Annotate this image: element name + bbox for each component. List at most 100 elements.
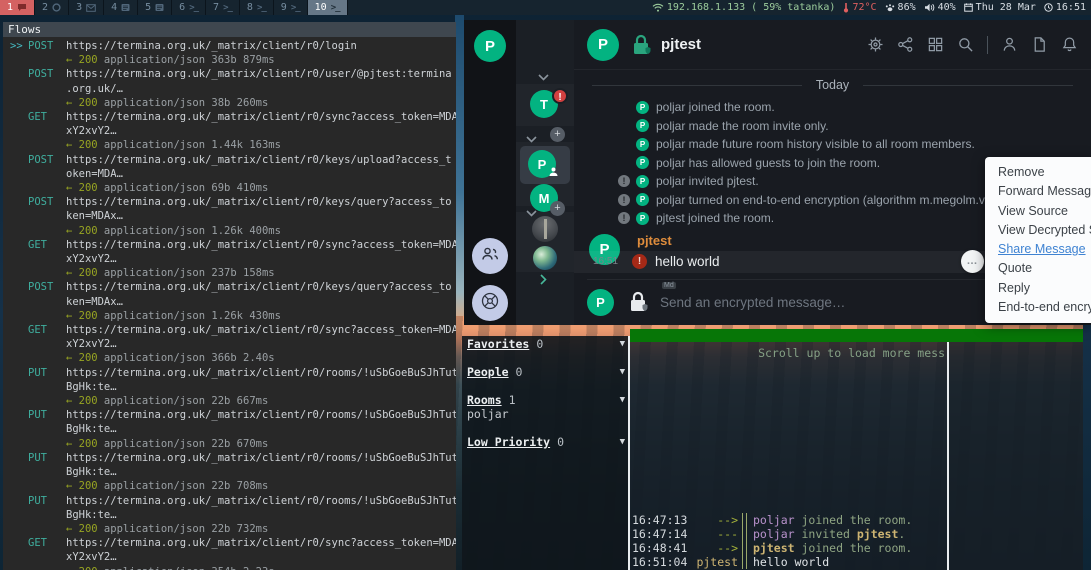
flow-response-line: ← 200 application/json 22b 667ms: [3, 394, 456, 408]
workspace-number: 10: [315, 2, 327, 13]
share-icon[interactable]: [897, 36, 914, 53]
flow-response-meta: application/json 22b 708ms: [98, 480, 269, 492]
workspace-4[interactable]: 4: [104, 0, 138, 15]
status-text: 192.168.1.133 ( 59% tatanka): [667, 2, 836, 13]
message-options-button[interactable]: …: [961, 250, 984, 273]
roomlist-room[interactable]: poljar: [467, 407, 625, 421]
flow-row[interactable]: POSThttps://termina.org.uk/_matrix/clien…: [3, 280, 456, 323]
roomlist-section-people[interactable]: People0▼: [467, 365, 625, 379]
status-text: 72°C: [852, 2, 876, 13]
menu-item-forward-message[interactable]: Forward Message: [985, 182, 1091, 201]
flow-row[interactable]: POSThttps://termina.org.uk/_matrix/clien…: [3, 195, 456, 238]
menu-item-view-source[interactable]: View Source: [985, 202, 1091, 221]
flow-response-meta: application/json 237b 158ms: [98, 267, 275, 279]
workspace-7[interactable]: 7>_: [206, 0, 240, 15]
flow-row[interactable]: PUThttps://termina.org.uk/_matrix/client…: [3, 366, 456, 409]
chat-line: 16:47:14---poljar invited pjtest.: [632, 527, 947, 541]
chat-msg: hello world: [753, 555, 829, 569]
chat-prefix: ---: [688, 527, 742, 541]
workspace-5[interactable]: 5: [138, 0, 172, 15]
workspace-3[interactable]: 3: [69, 0, 104, 15]
menu-item-view-decrypted-s[interactable]: View Decrypted S: [985, 221, 1091, 240]
weechat-messages: 16:47:13-->poljar joined the room.16:47:…: [632, 513, 947, 569]
flow-response-line: ← 200 application/json 22b 732ms: [3, 522, 456, 536]
room-avatar-globe[interactable]: [533, 246, 557, 270]
flow-response-line: ← 200 application/json 363b 879ms: [3, 53, 456, 67]
chat-prefix: -->: [688, 541, 742, 555]
room-avatar[interactable]: P: [587, 29, 619, 61]
collapse-arrow-icon[interactable]: ▼: [620, 435, 625, 449]
workspace-2[interactable]: 2: [35, 0, 69, 15]
flow-row[interactable]: >>POSThttps://termina.org.uk/_matrix/cli…: [3, 39, 456, 67]
menu-item-quote[interactable]: Quote: [985, 259, 1091, 278]
roomlist-section-rooms[interactable]: Rooms1▼: [467, 393, 625, 407]
notifications-bell-icon[interactable]: [1061, 36, 1078, 53]
flow-response-line: ← 200 application/json 1.26k 400ms: [3, 224, 456, 238]
flow-row[interactable]: GEThttps://termina.org.uk/_matrix/client…: [3, 110, 456, 153]
flow-row[interactable]: GEThttps://termina.org.uk/_matrix/client…: [3, 536, 456, 570]
collapse-arrow-icon[interactable]: ▼: [620, 365, 625, 379]
room-header-buttons: [867, 36, 1078, 54]
menu-item-remove[interactable]: Remove: [985, 163, 1091, 182]
people-button[interactable]: [472, 238, 508, 274]
flow-focus-marker: [3, 323, 28, 337]
flow-row[interactable]: GEThttps://termina.org.uk/_matrix/client…: [3, 323, 456, 366]
event-text: poljar made future room history visible …: [656, 137, 975, 151]
workspace-1[interactable]: 1: [0, 0, 35, 15]
section-collapse-icon[interactable]: [538, 68, 549, 86]
flow-method: POST: [28, 39, 66, 53]
expand-panel-icon[interactable]: [540, 272, 547, 290]
workspace-9[interactable]: 9>_: [274, 0, 308, 15]
flow-row[interactable]: PUThttps://termina.org.uk/_matrix/client…: [3, 494, 456, 537]
room-avatar-tower[interactable]: [532, 216, 558, 242]
flow-status-code: ← 200: [66, 139, 98, 151]
menu-item-share-message[interactable]: Share Message: [985, 240, 1091, 259]
file-list-icon[interactable]: [1031, 36, 1048, 53]
flow-focus-marker: [3, 195, 28, 209]
roomlist-section-favorites[interactable]: Favorites0▼: [467, 337, 625, 351]
flow-status-code: ← 200: [66, 523, 98, 535]
workspace-6[interactable]: 6>_: [172, 0, 206, 15]
flow-url: https://termina.org.uk/_matrix/client/r0…: [66, 494, 456, 508]
search-icon[interactable]: [957, 36, 974, 53]
member-list-icon[interactable]: [1001, 36, 1018, 53]
section-count: 0: [536, 337, 543, 351]
settings-icon[interactable]: [867, 36, 884, 53]
menu-item-reply[interactable]: Reply: [985, 279, 1091, 298]
explore-icon: [479, 290, 501, 317]
calendar-icon: [964, 3, 973, 12]
collapse-arrow-icon[interactable]: ▼: [620, 393, 625, 407]
flow-row[interactable]: PUThttps://termina.org.uk/_matrix/client…: [3, 451, 456, 494]
roomlist-section-low-priority[interactable]: Low Priority0▼: [467, 435, 625, 449]
flow-list[interactable]: >>POSThttps://termina.org.uk/_matrix/cli…: [3, 37, 456, 570]
flow-status-code: ← 200: [66, 352, 98, 364]
volume-icon: [924, 3, 935, 12]
event-avatar: P: [636, 138, 649, 151]
flow-url-continued: BgHk:te…: [3, 380, 456, 394]
weechat-room-list: Favorites0▼People0▼Rooms1▼poljarLow Prio…: [462, 336, 628, 570]
flow-url-continued: xY2xvY2…: [3, 337, 456, 351]
flow-row[interactable]: POSThttps://termina.org.uk/_matrix/clien…: [3, 153, 456, 196]
flow-method: PUT: [28, 408, 66, 422]
flow-row[interactable]: POSThttps://termina.org.uk/_matrix/clien…: [3, 67, 456, 110]
event-avatar: P: [636, 212, 649, 225]
flow-status-code: ← 200: [66, 480, 98, 492]
add-room-button[interactable]: +: [550, 201, 565, 216]
flow-response-meta: application/json 1.26k 400ms: [98, 225, 281, 237]
apps-grid-icon[interactable]: [927, 36, 944, 53]
markdown-badge[interactable]: Md: [662, 282, 676, 289]
flow-focus-marker: [3, 494, 28, 508]
flow-row[interactable]: PUThttps://termina.org.uk/_matrix/client…: [3, 408, 456, 451]
menu-item-end-to-end-encry[interactable]: End-to-end encry: [985, 298, 1091, 317]
flow-request-line: PUThttps://termina.org.uk/_matrix/client…: [3, 366, 456, 380]
workspace-8[interactable]: 8>_: [240, 0, 274, 15]
event-avatar: P: [636, 101, 649, 114]
notification-badge: !: [552, 88, 568, 104]
explore-button[interactable]: [472, 285, 508, 321]
add-room-button[interactable]: +: [550, 127, 565, 142]
flow-url: https://termina.org.uk/_matrix/client/r0…: [66, 238, 456, 252]
workspace-10[interactable]: 10>_: [308, 0, 348, 15]
flow-row[interactable]: GEThttps://termina.org.uk/_matrix/client…: [3, 238, 456, 281]
user-avatar[interactable]: P: [474, 30, 506, 62]
collapse-arrow-icon[interactable]: ▼: [620, 337, 625, 351]
